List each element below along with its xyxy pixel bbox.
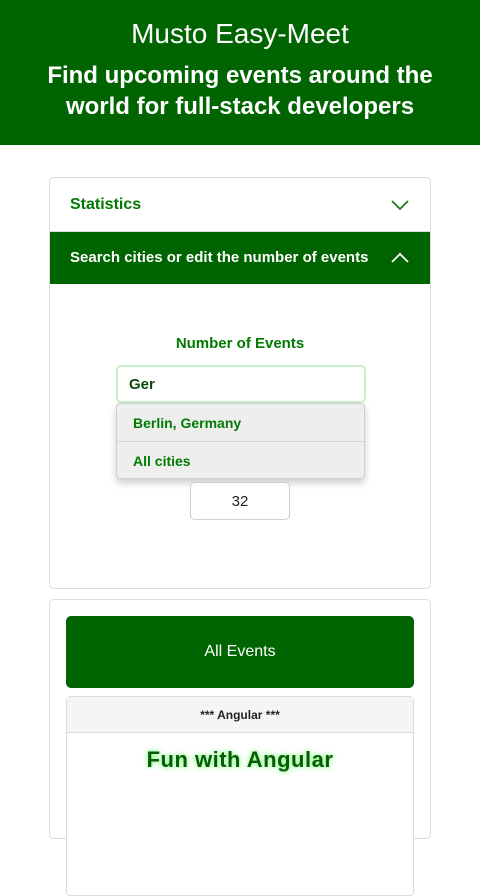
city-search-input[interactable]	[116, 365, 366, 403]
number-of-events-input[interactable]	[190, 482, 290, 520]
search-accordion-header[interactable]: Search cities or edit the number of even…	[50, 232, 430, 284]
app-header: Musto Easy-Meet Find upcoming events aro…	[0, 0, 480, 145]
accordion: Statistics Search cities or edit the num…	[49, 177, 431, 589]
chevron-down-icon	[391, 200, 409, 211]
all-events-button[interactable]: All Events	[66, 616, 414, 688]
chevron-up-icon	[391, 252, 409, 263]
suggestion-item[interactable]: Berlin, Germany	[117, 404, 364, 442]
app-title: Musto Easy-Meet	[131, 18, 349, 49]
city-suggestions-list: Berlin, Germany All cities	[116, 403, 365, 479]
suggestion-item-all-cities[interactable]: All cities	[117, 442, 364, 480]
event-card-header: *** Angular ***	[67, 697, 413, 733]
statistics-accordion-header[interactable]: Statistics	[50, 178, 430, 232]
search-accordion-label: Search cities or edit the number of even…	[70, 249, 369, 266]
number-of-events-label: Number of Events	[175, 335, 305, 352]
statistics-label: Statistics	[70, 196, 142, 213]
event-title: Fun with Angular	[146, 747, 334, 772]
events-panel: All Events *** Angular *** Fun with Angu…	[49, 599, 431, 896]
event-card[interactable]: *** Angular *** Fun with Angular	[66, 696, 414, 896]
app-subtitle: Find upcoming events around the world fo…	[47, 62, 433, 120]
